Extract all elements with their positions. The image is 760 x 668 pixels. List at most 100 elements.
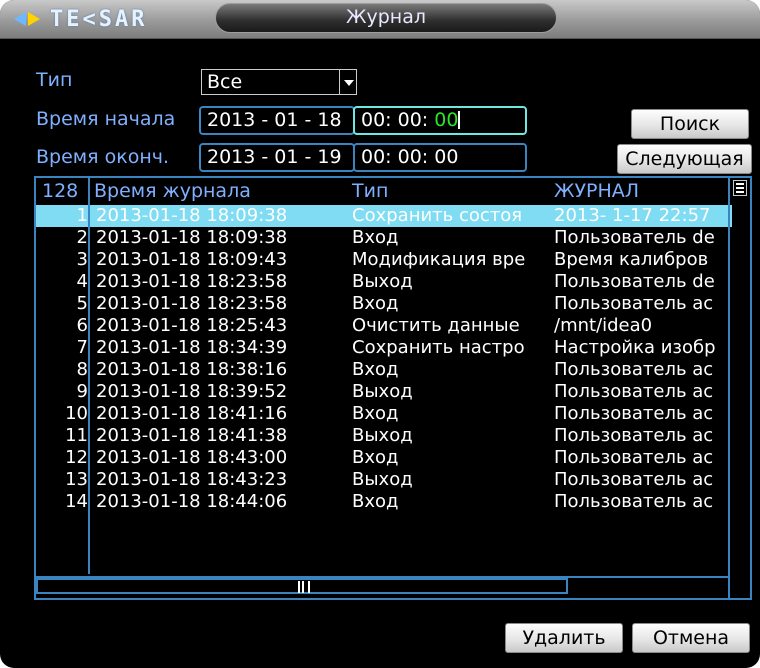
- row-number: 4: [76, 271, 88, 292]
- horizontal-scrollbar[interactable]: [36, 576, 728, 596]
- row-type: Выход: [352, 425, 413, 446]
- row-log: Пользователь ac: [554, 293, 714, 314]
- row-time: 2013-01-18 18:09:43: [96, 249, 288, 270]
- start-time-field[interactable]: 00: 00: 00: [353, 106, 527, 135]
- row-log: Настройка изобр: [554, 337, 716, 358]
- row-time: 2013-01-18 18:23:58: [96, 293, 288, 314]
- chevron-down-icon[interactable]: [339, 69, 357, 95]
- start-time-seconds: 00: [434, 109, 459, 131]
- next-button[interactable]: Следующая: [617, 144, 752, 174]
- tesar-logo-icon: [14, 10, 44, 28]
- type-select[interactable]: Все: [201, 69, 341, 95]
- table-row[interactable]: 4 2013-01-18 18:23:58 Выход Пользователь de: [36, 271, 732, 293]
- row-type: Вход: [352, 447, 399, 468]
- row-number: 5: [76, 293, 88, 314]
- row-log: Пользователь de: [554, 227, 715, 248]
- row-number: 10: [65, 403, 88, 424]
- brand-logo: TE<SAR: [14, 6, 148, 32]
- row-number: 1: [76, 205, 88, 226]
- row-number: 14: [65, 491, 88, 512]
- start-time-hm: 00: 00:: [361, 109, 429, 131]
- row-log: 2013- 1-17 22:57: [554, 205, 711, 226]
- row-number: 9: [76, 381, 88, 402]
- row-time: 2013-01-18 18:09:38: [96, 227, 288, 248]
- row-type: Вход: [352, 491, 399, 512]
- log-window: TE<SAR Журнал Тип Все Время начала 2013 …: [0, 0, 760, 668]
- vertical-scrollbar[interactable]: [728, 178, 750, 598]
- row-time: 2013-01-18 18:39:52: [96, 381, 288, 402]
- row-time: 2013-01-18 18:41:16: [96, 403, 288, 424]
- column-header-type[interactable]: Тип: [352, 178, 388, 205]
- start-time-label: Время начала: [36, 108, 176, 130]
- row-time: 2013-01-18 18:38:16: [96, 359, 288, 380]
- table-row[interactable]: 13 2013-01-18 18:43:23 Выход Пользователь a…: [36, 469, 732, 491]
- row-time: 2013-01-18 18:25:43: [96, 315, 288, 336]
- table-row[interactable]: 11 2013-01-18 18:41:38 Выход Пользователь a…: [36, 425, 732, 447]
- row-time: 2013-01-18 18:41:38: [96, 425, 288, 446]
- cancel-button[interactable]: Отмена: [632, 623, 750, 653]
- row-type: Выход: [352, 381, 413, 402]
- delete-button[interactable]: Удалить: [505, 623, 623, 653]
- column-header-time[interactable]: Время журнала: [94, 178, 251, 205]
- row-log: Пользователь ac: [554, 469, 714, 490]
- row-type: Очистить данные: [352, 315, 520, 336]
- end-date-field[interactable]: 2013 - 01 - 19: [199, 143, 355, 172]
- row-log: Пользователь ac: [554, 447, 714, 468]
- table-row[interactable]: 1 2013-01-18 18:09:38 Сохранить состоя 2013…: [36, 205, 732, 227]
- table-row[interactable]: 9 2013-01-18 18:39:52 Выход Пользователь ac: [36, 381, 732, 403]
- scroll-grip-icon[interactable]: [733, 180, 747, 196]
- row-number: 3: [76, 249, 88, 270]
- table-row[interactable]: 5 2013-01-18 18:23:58 Вход Пользователь ac: [36, 293, 732, 315]
- table-row[interactable]: 6 2013-01-18 18:25:43 Очистить данные/mnt/…: [36, 315, 732, 337]
- row-log: Пользователь de: [554, 271, 715, 292]
- row-log: Пользователь ac: [554, 491, 714, 512]
- end-time-label: Время оконч.: [36, 146, 169, 168]
- type-label: Тип: [36, 69, 73, 91]
- table-row[interactable]: 10 2013-01-18 18:41:16 Вход Пользователь ac: [36, 403, 732, 425]
- record-count: 128: [42, 180, 79, 202]
- column-header-log[interactable]: ЖУРНАЛ: [554, 178, 639, 205]
- table-row[interactable]: 3 2013-01-18 18:09:43 Модификация вре Время…: [36, 249, 732, 271]
- row-type: Модификация вре: [352, 249, 526, 270]
- table-row[interactable]: 12 2013-01-18 18:43:00 Вход Пользователь ac: [36, 447, 732, 469]
- row-time: 2013-01-18 18:34:39: [96, 337, 288, 358]
- row-number: 2: [76, 227, 88, 248]
- row-type: Вход: [352, 293, 399, 314]
- text-cursor: [458, 111, 461, 129]
- row-number: 6: [76, 315, 88, 336]
- row-log: Пользователь ac: [554, 403, 714, 424]
- row-type: Сохранить настро: [352, 337, 525, 358]
- row-time: 2013-01-18 18:43:00: [96, 447, 288, 468]
- row-type: Выход: [352, 271, 413, 292]
- column-divider: [88, 178, 90, 574]
- title-bar: TE<SAR Журнал: [0, 0, 760, 39]
- table-row[interactable]: 2 2013-01-18 18:09:38 Вход Пользователь de: [36, 227, 732, 249]
- row-log: Пользователь ac: [554, 381, 714, 402]
- scroll-grip-icon: [298, 581, 310, 593]
- row-number: 8: [76, 359, 88, 380]
- start-date-field[interactable]: 2013 - 01 - 18: [199, 106, 355, 135]
- row-type: Выход: [352, 469, 413, 490]
- log-table: 128 Время журнала Тип ЖУРНАЛ 1 2013-01-18…: [34, 176, 752, 600]
- row-time: 2013-01-18 18:09:38: [96, 205, 288, 226]
- end-time-field[interactable]: 00: 00: 00: [353, 143, 527, 172]
- row-time: 2013-01-18 18:43:23: [96, 469, 288, 490]
- row-type: Вход: [352, 227, 399, 248]
- window-title: Журнал: [215, 3, 557, 33]
- row-type: Сохранить состоя: [352, 205, 523, 226]
- brand-name: TE<SAR: [50, 6, 148, 32]
- row-number: 11: [65, 425, 88, 446]
- row-log: Время калибров: [554, 249, 709, 270]
- table-row[interactable]: 7 2013-01-18 18:34:39 Сохранить настро Наст…: [36, 337, 732, 359]
- row-time: 2013-01-18 18:44:06: [96, 491, 288, 512]
- search-button[interactable]: Поиск: [631, 109, 749, 139]
- row-log: Пользователь ac: [554, 359, 714, 380]
- table-row[interactable]: 14 2013-01-18 18:44:06 Вход Пользователь ac: [36, 491, 732, 513]
- table-row[interactable]: 8 2013-01-18 18:38:16 Вход Пользователь ac: [36, 359, 732, 381]
- row-log: Пользователь ac: [554, 425, 714, 446]
- horizontal-scroll-thumb[interactable]: [36, 578, 568, 594]
- row-number: 13: [65, 469, 88, 490]
- row-number: 7: [76, 337, 88, 358]
- row-type: Вход: [352, 403, 399, 424]
- row-type: Вход: [352, 359, 399, 380]
